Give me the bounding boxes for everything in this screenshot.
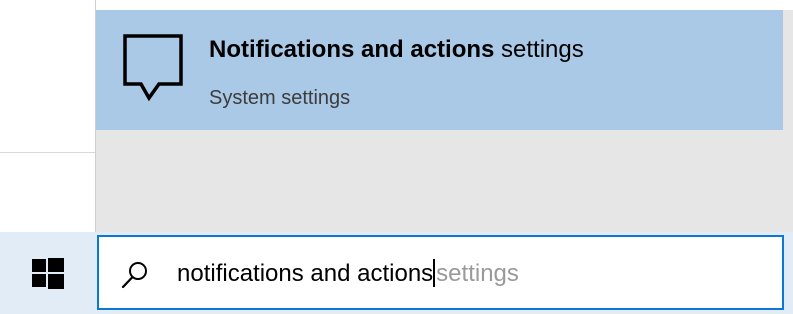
result-title: Notifications and actions settings (209, 36, 584, 64)
desktop-area (0, 0, 95, 230)
search-icon (121, 262, 147, 289)
result-title-rest: settings (494, 36, 584, 63)
notification-bubble-icon (123, 34, 183, 102)
taskbar: notifications and actions settings (0, 232, 793, 314)
search-typed-text: notifications and actions (177, 260, 434, 287)
top-result-notifications-and-actions[interactable]: Notifications and actions settings Syste… (96, 10, 783, 130)
panel-top-strip (96, 0, 793, 10)
start-button[interactable] (0, 232, 97, 314)
divider (0, 152, 95, 153)
search-input[interactable]: notifications and actions settings (97, 235, 784, 310)
search-text: notifications and actions settings (177, 259, 519, 289)
search-autocomplete-suffix: settings (436, 260, 519, 287)
search-results-panel: Notifications and actions settings Syste… (95, 0, 793, 232)
windows-logo-icon (32, 258, 64, 289)
text-caret (433, 259, 436, 287)
result-subtitle: System settings (209, 87, 351, 109)
result-title-bold: Notifications and actions (209, 36, 495, 63)
